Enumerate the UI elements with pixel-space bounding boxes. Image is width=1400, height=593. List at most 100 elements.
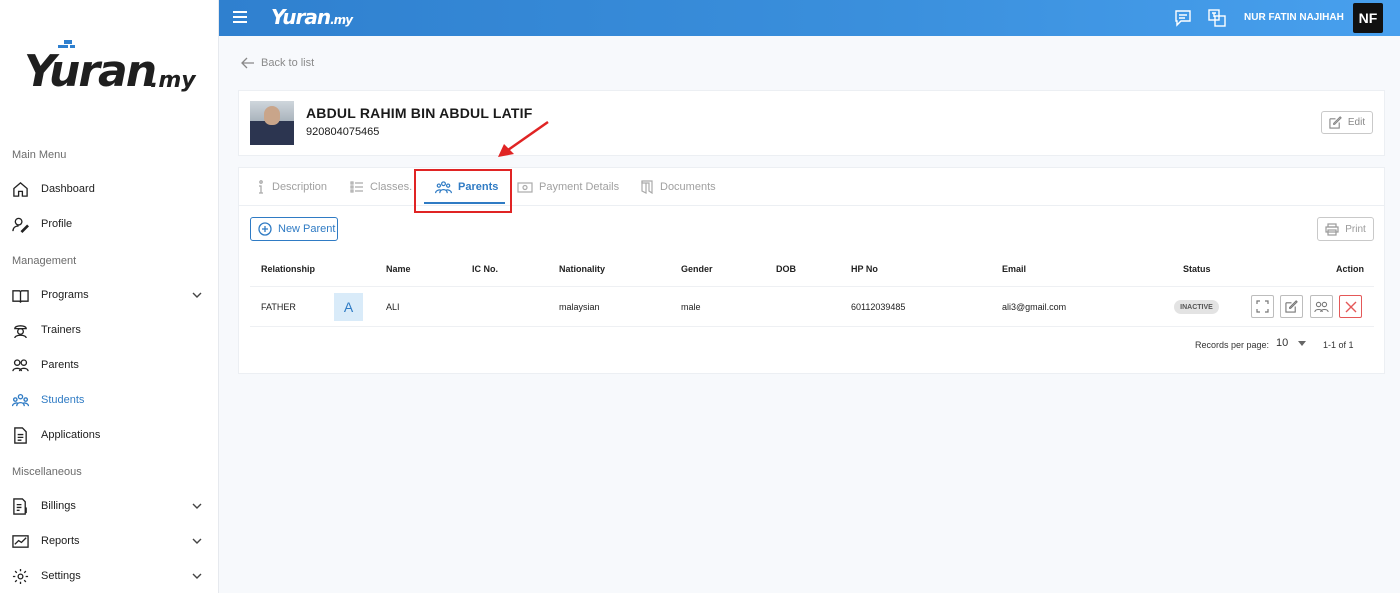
top-brand-logo[interactable]: Yuran.my: [271, 5, 353, 29]
sidebar-item-reports[interactable]: Reports: [0, 526, 218, 556]
user-edit-icon: [12, 217, 29, 233]
students-icon: [12, 393, 29, 407]
caret-down-icon: [1298, 340, 1307, 346]
view-button[interactable]: [1251, 295, 1274, 318]
back-to-list-link[interactable]: Back to list: [241, 57, 314, 69]
col-dob[interactable]: DOB: [776, 264, 796, 274]
user-name[interactable]: NUR FATIN NAJIHAH: [1244, 12, 1344, 23]
top-logo-suffix: .my: [330, 13, 353, 27]
table-row-divider: [250, 326, 1374, 327]
sidebar-item-dashboard[interactable]: Dashboard: [0, 174, 218, 204]
sidebar-item-label: Parents: [41, 359, 79, 371]
records-per-page-label: Records per page:: [1195, 340, 1270, 350]
tab-description[interactable]: Description: [256, 168, 327, 206]
col-email[interactable]: Email: [1002, 264, 1026, 274]
parents-panel: Description Classes. Parents Payment Det…: [238, 167, 1385, 374]
sidebar-item-parents[interactable]: Parents: [0, 350, 218, 380]
status-badge: INACTIVE: [1174, 300, 1219, 314]
tab-label: Documents: [660, 181, 716, 193]
sidebar-item-students[interactable]: Students: [0, 385, 218, 415]
close-icon: [1345, 301, 1356, 312]
cell-email: ali3@gmail.com: [1002, 302, 1067, 312]
user-avatar[interactable]: NF: [1353, 3, 1383, 33]
book-icon: [12, 290, 29, 304]
sidebar-item-label: Trainers: [41, 324, 81, 336]
home-icon: [13, 182, 28, 197]
records-per-page-value: 10: [1276, 337, 1289, 349]
expand-icon: [1256, 300, 1269, 313]
records-per-page-select[interactable]: 10: [1276, 337, 1307, 349]
parents-icon: [12, 359, 29, 372]
link-parents-button[interactable]: [1310, 295, 1333, 318]
edit-icon: [1329, 116, 1342, 129]
tab-parents[interactable]: Parents: [435, 168, 498, 206]
col-ic-no[interactable]: IC No.: [472, 264, 498, 274]
col-relationship[interactable]: Relationship: [261, 264, 315, 274]
cell-nationality: malaysian: [559, 302, 600, 312]
tab-label: Parents: [458, 181, 499, 193]
add-circle-icon: [258, 222, 272, 236]
tab-documents[interactable]: Documents: [640, 168, 716, 206]
billing-icon: [13, 498, 27, 515]
section-management: Management: [12, 255, 77, 267]
menu-icon[interactable]: [233, 11, 247, 25]
sidebar-item-profile[interactable]: Profile: [0, 209, 218, 239]
student-ic: 920804075465: [306, 126, 380, 138]
sidebar-item-programs[interactable]: Programs: [0, 280, 218, 310]
new-parent-button[interactable]: New Parent: [250, 217, 338, 241]
table-header-divider: [250, 286, 1374, 287]
chart-icon: [12, 535, 29, 548]
top-logo-main: Yuran: [271, 5, 331, 29]
cell-hp: 60112039485: [851, 302, 906, 312]
col-name[interactable]: Name: [386, 264, 411, 274]
cell-gender: male: [681, 302, 701, 312]
edit-icon: [1285, 300, 1298, 313]
folder-icon: [641, 180, 653, 194]
new-parent-label: New Parent: [278, 223, 336, 235]
delete-button[interactable]: [1339, 295, 1362, 318]
tab-label: Classes.: [370, 181, 413, 193]
tab-payment-details[interactable]: Payment Details: [517, 168, 619, 206]
tab-bar: Description Classes. Parents Payment Det…: [239, 168, 1384, 206]
chevron-down-icon: [192, 503, 202, 509]
col-gender[interactable]: Gender: [681, 264, 713, 274]
section-miscellaneous: Miscellaneous: [12, 466, 82, 478]
col-status[interactable]: Status: [1183, 264, 1211, 274]
print-label: Print: [1345, 223, 1366, 235]
col-nationality[interactable]: Nationality: [559, 264, 605, 274]
chat-icon[interactable]: [1174, 9, 1192, 27]
edit-label: Edit: [1347, 117, 1366, 128]
translate-icon[interactable]: [1208, 9, 1226, 27]
student-photo: [250, 101, 294, 145]
sidebar-item-label: Dashboard: [41, 183, 95, 195]
document-icon: [14, 427, 27, 444]
section-main-menu: Main Menu: [12, 149, 67, 161]
sidebar-item-billings[interactable]: Billings: [0, 491, 218, 521]
top-bar: Yuran.my NUR FATIN NAJIHAH NF: [219, 0, 1400, 36]
col-action: Action: [1336, 264, 1364, 274]
edit-parent-button[interactable]: [1280, 295, 1303, 318]
parents-icon: [435, 180, 452, 193]
chevron-down-icon: [192, 573, 202, 579]
print-button[interactable]: Print: [1317, 217, 1374, 241]
cell-relationship: FATHER: [261, 302, 296, 312]
sidebar-item-applications[interactable]: Applications: [0, 420, 218, 450]
edit-button[interactable]: Edit: [1321, 111, 1373, 134]
info-icon: [259, 180, 263, 194]
parent-avatar: A: [334, 293, 363, 321]
cell-name: ALI: [386, 302, 400, 312]
brand-logo[interactable]: Yuran .my: [24, 40, 204, 100]
chevron-down-icon: [192, 292, 202, 298]
sidebar-item-label: Students: [41, 394, 85, 406]
col-hp-no[interactable]: HP No: [851, 264, 878, 274]
sidebar-item-settings[interactable]: Settings: [0, 561, 218, 591]
tab-classes[interactable]: Classes.: [350, 168, 412, 206]
logo-suffix-text: .my: [150, 68, 196, 93]
back-label: Back to list: [261, 57, 315, 69]
sidebar-item-label: Profile: [41, 218, 73, 230]
student-name: ABDUL RAHIM BIN ABDUL LATIF: [306, 105, 533, 121]
parents-icon: [1314, 301, 1329, 312]
sidebar-item-trainers[interactable]: Trainers: [0, 315, 218, 345]
sidebar-item-label: Applications: [41, 429, 101, 441]
money-icon: [517, 182, 533, 193]
